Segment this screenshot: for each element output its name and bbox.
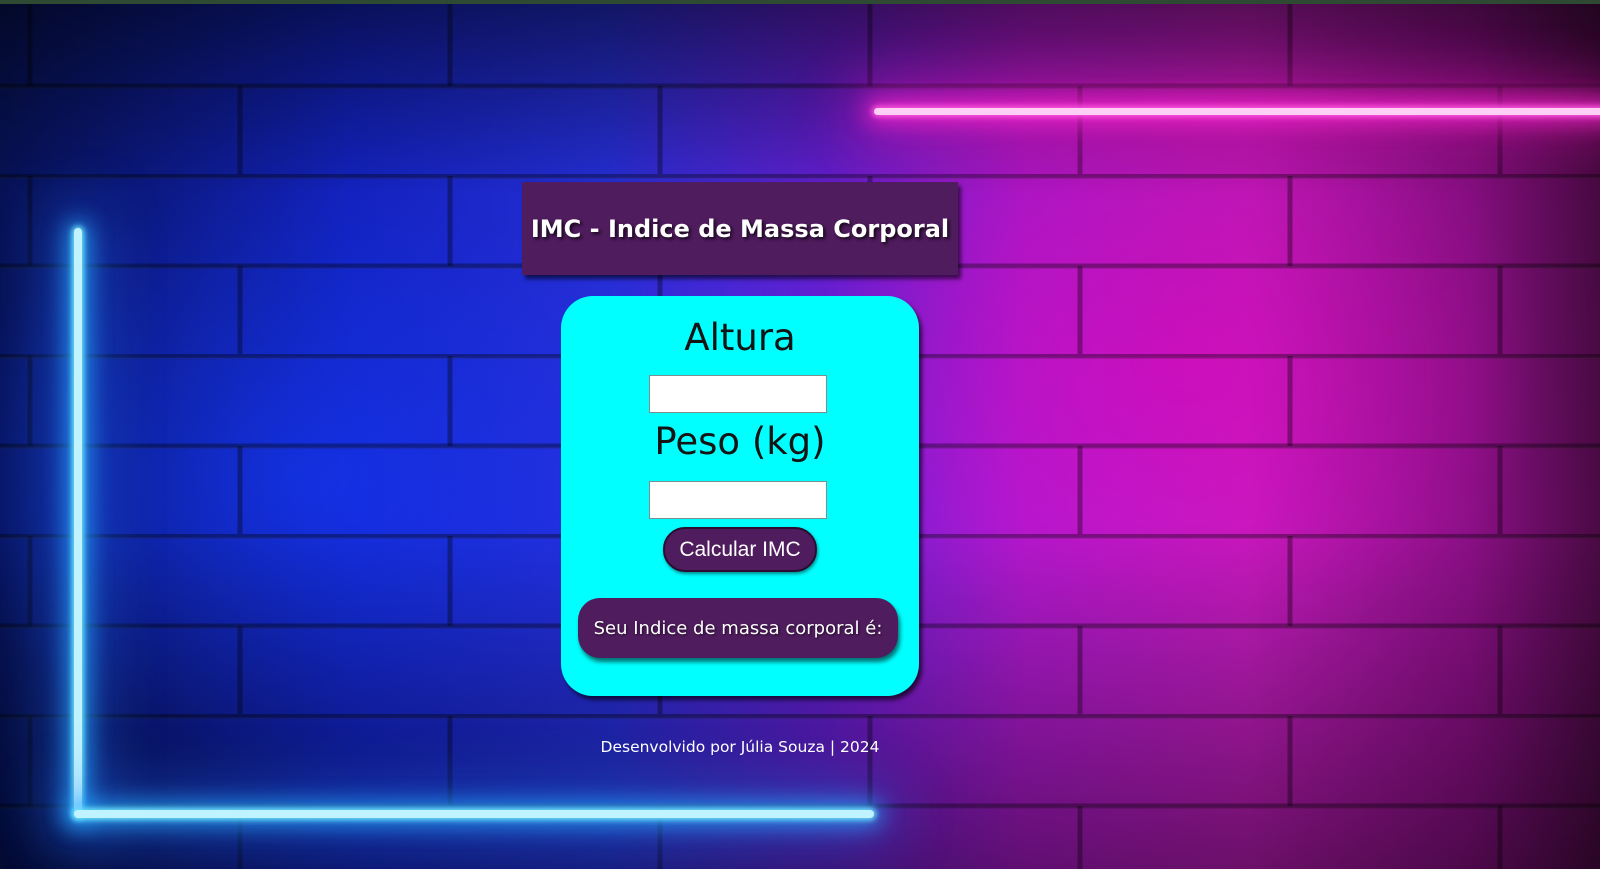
blue-neon-horizontal-line <box>74 810 874 818</box>
pink-neon-line <box>874 108 1600 115</box>
page-title: IMC - Indice de Massa Corporal <box>530 214 950 243</box>
weight-input[interactable] <box>649 481 827 519</box>
height-input[interactable] <box>649 375 827 413</box>
height-label: Altura <box>684 316 796 359</box>
footer-credit: Desenvolvido por Júlia Souza | 2024 <box>600 738 880 756</box>
bmi-calculator-card: Altura Peso (kg) Calcular IMC Seu Indice… <box>561 296 919 696</box>
page-title-banner: IMC - Indice de Massa Corporal <box>522 182 958 275</box>
calculate-bmi-button[interactable]: Calcular IMC <box>663 527 817 572</box>
result-panel: Seu Indice de massa corporal é: <box>578 598 898 658</box>
result-text: Seu Indice de massa corporal é: <box>593 617 883 639</box>
blue-neon-vertical-line <box>74 228 82 818</box>
weight-label: Peso (kg) <box>654 420 826 463</box>
